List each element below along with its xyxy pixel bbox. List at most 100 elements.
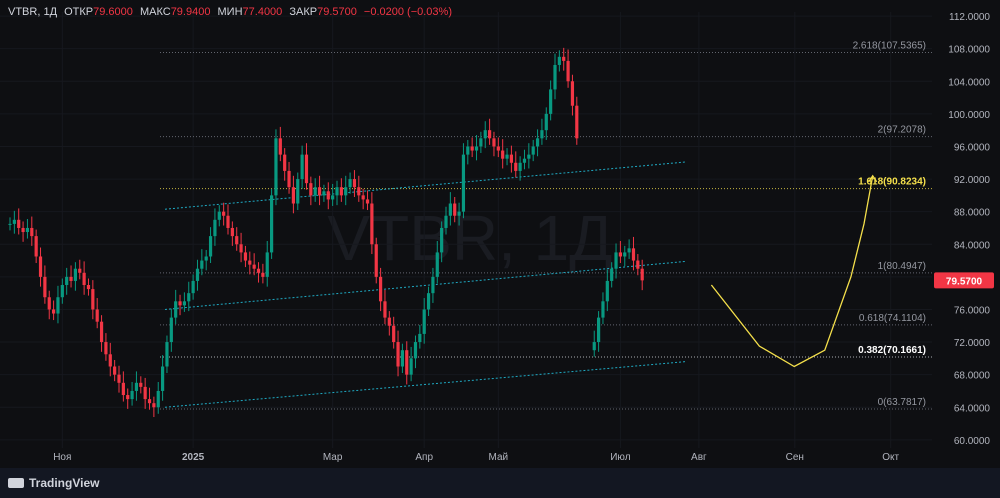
candle-body [379, 276, 383, 302]
time-tick-label: Май [489, 452, 509, 463]
candle-body [217, 211, 221, 220]
time-tick-label: Авг [691, 452, 707, 463]
candle-body [618, 252, 622, 257]
candle-body [431, 276, 435, 294]
candle-body [291, 187, 295, 204]
time-tick-label: Ноя [53, 452, 71, 463]
price-tick-label: 96.0000 [954, 142, 991, 153]
tradingview-logo[interactable]: TradingView [8, 476, 99, 490]
candle-body [461, 154, 466, 212]
candle-body [226, 215, 230, 228]
fib-label: 2.618(107.5365) [853, 40, 926, 51]
candle-body [235, 236, 239, 245]
candle-body [544, 113, 548, 131]
candle-body [95, 309, 99, 322]
fib-label: 0(63.7817) [878, 397, 926, 408]
candle-body [248, 260, 252, 265]
candle-body [134, 382, 139, 391]
candle-body [527, 154, 531, 159]
candle-body [422, 309, 426, 334]
candle-body [383, 301, 387, 318]
candle-body [8, 223, 12, 225]
candle-body [636, 260, 640, 269]
candle-body [470, 146, 474, 151]
candle-body [483, 130, 487, 139]
candle-body [304, 154, 309, 184]
candle-body [313, 187, 317, 196]
candle-body [344, 187, 348, 196]
candle-body [34, 236, 38, 257]
candle-body [522, 158, 527, 163]
candle-body [352, 179, 357, 188]
candle-body [392, 325, 396, 343]
price-tick-label: 104.0000 [948, 77, 990, 88]
candle-body [466, 146, 470, 155]
candle-body [575, 105, 579, 139]
candle-body [261, 272, 265, 277]
price-tick-label: 100.0000 [948, 110, 990, 121]
candle-body [640, 268, 644, 281]
candle-body [104, 342, 108, 355]
price-chart[interactable]: VTBR, 1Д 2.618(107.5365) 2(97.2078) 1.618(… [0, 0, 1000, 498]
change-value: −0.0200 (−0.03%) [363, 6, 452, 18]
candle-body [566, 60, 570, 82]
tradingview-logo-icon [8, 478, 24, 488]
footer-bar: TradingView [0, 468, 1000, 498]
candle-body [147, 399, 152, 404]
candle-body [557, 56, 561, 65]
candle-body [623, 252, 627, 257]
candle-body [30, 227, 34, 237]
candle-body [38, 256, 43, 277]
candle-body [274, 138, 278, 196]
fib-label: 2(97.2078) [878, 125, 926, 136]
candle-body [509, 154, 513, 163]
price-tick-label: 60.0000 [954, 436, 991, 447]
price-tick-label: 112.0000 [949, 12, 990, 23]
fib-label: 0.618(74.1104) [859, 313, 926, 324]
candle-body [52, 309, 56, 314]
candle-body [453, 203, 457, 216]
candle-body [409, 358, 413, 375]
candle-body [396, 342, 400, 367]
price-axis-bg [932, 0, 1000, 468]
candle-body [86, 285, 91, 290]
candle-body [627, 248, 631, 253]
candle-body [130, 390, 134, 400]
candle-body [501, 150, 505, 159]
candle-body [531, 146, 535, 155]
candle-body [169, 317, 173, 343]
candle-body [296, 179, 300, 204]
candle-body [479, 138, 483, 147]
candle-body [374, 244, 378, 277]
candle-body [426, 293, 431, 310]
open-value: 79.6000 [93, 6, 133, 18]
candle-body [208, 236, 213, 257]
candle-body [357, 187, 361, 196]
candle-body [448, 203, 452, 216]
price-tick-label: 84.0000 [954, 240, 991, 251]
price-tick-label: 88.0000 [954, 208, 991, 219]
candle-body [540, 130, 544, 139]
candle-body [195, 268, 200, 281]
candle-body [21, 227, 25, 233]
candle-body [562, 56, 566, 61]
candle-body [400, 350, 404, 367]
candle-body [518, 162, 522, 171]
candle-body [182, 301, 186, 306]
candle-body [191, 280, 195, 294]
price-tick-label: 108.0000 [948, 45, 990, 56]
candle-body [457, 211, 461, 216]
candle-body [204, 256, 208, 261]
candle-body [60, 285, 64, 298]
ohlc-legend: VTBR, 1Д ОТКР79.6000 МАКС79.9400 МИН77.4… [8, 6, 452, 18]
candle-body [139, 382, 143, 387]
time-tick-label: 2025 [182, 452, 205, 463]
candle-body [65, 276, 69, 286]
candle-body [370, 203, 374, 245]
symbol-label[interactable]: VTBR, 1Д [8, 6, 57, 18]
candle-body [99, 321, 104, 343]
candle-body [156, 390, 160, 408]
price-tick-label: 76.0000 [954, 305, 991, 316]
brand-label: TradingView [29, 476, 100, 490]
price-axis[interactable]: 112.0000 108.0000 104.0000 100.0000 96.0000 9… [932, 0, 1000, 468]
